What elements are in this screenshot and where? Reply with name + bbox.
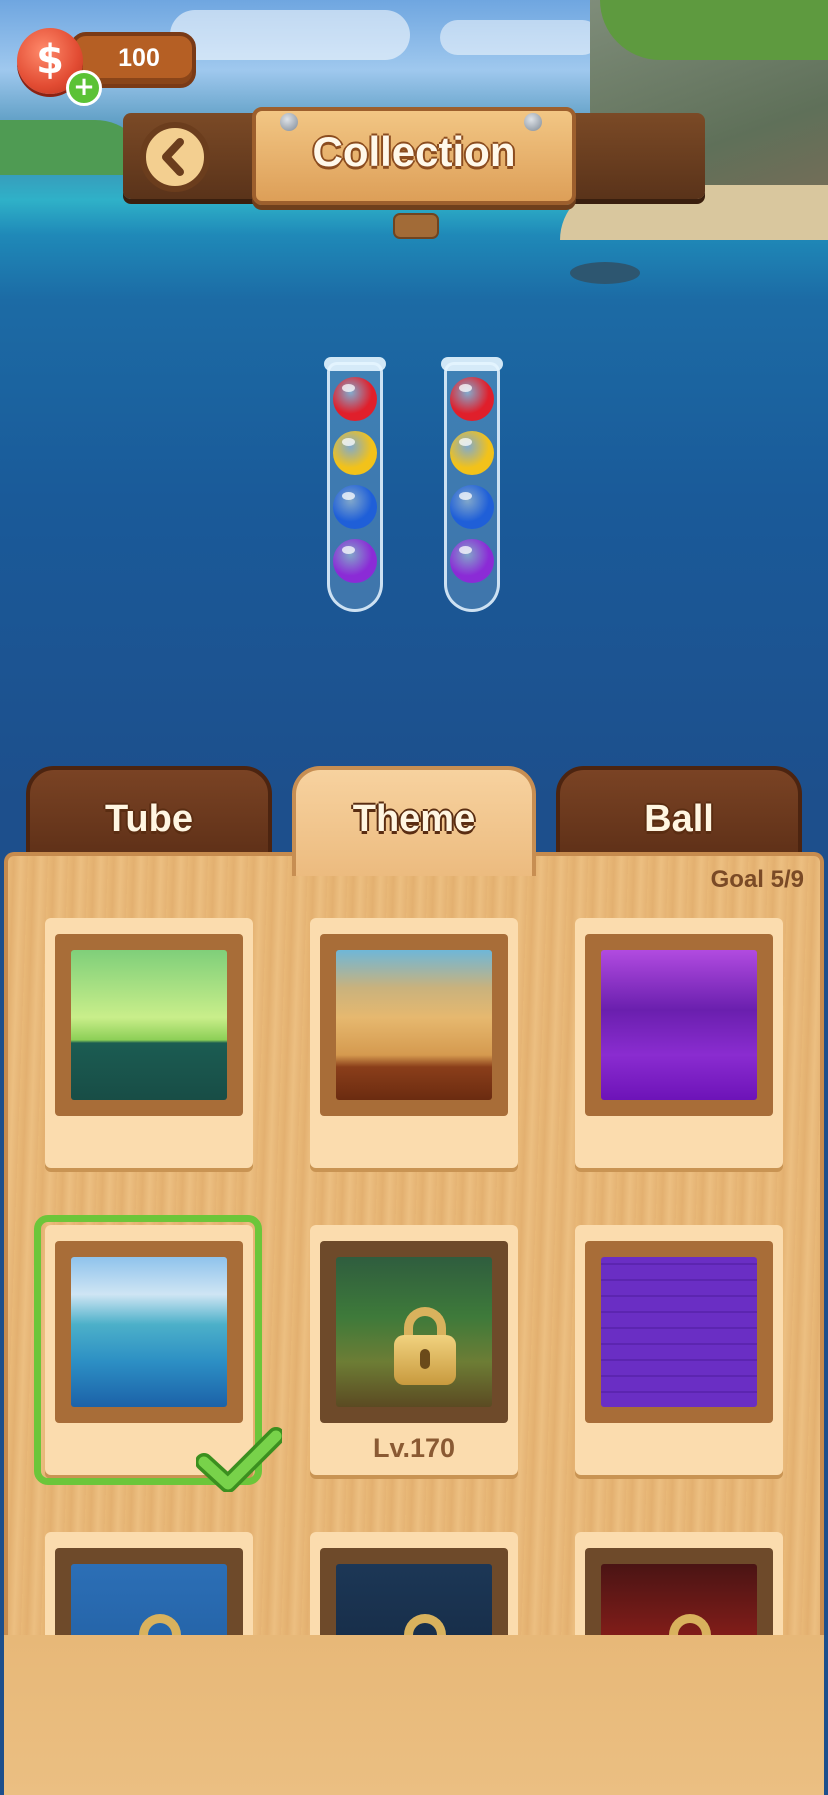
preview-tube bbox=[441, 357, 503, 612]
forest-thumbnail bbox=[71, 950, 227, 1100]
add-coins-button[interactable]: + bbox=[66, 70, 102, 106]
checkmark-icon bbox=[196, 1427, 282, 1492]
lock-icon bbox=[394, 1307, 456, 1385]
theme-card-jungle-path[interactable]: Lv.170 bbox=[310, 1225, 518, 1475]
panel-bottom bbox=[4, 1635, 824, 1795]
purple-bricks-thumbnail bbox=[601, 1257, 757, 1407]
theme-card-desert[interactable] bbox=[310, 918, 518, 1168]
theme-card-forest[interactable] bbox=[45, 918, 253, 1168]
purple-cave-thumbnail bbox=[601, 950, 757, 1100]
plus-icon: + bbox=[73, 72, 95, 102]
ball bbox=[333, 485, 377, 529]
unlock-level: Lv.170 bbox=[372, 1433, 456, 1463]
tab-label: Tube bbox=[105, 798, 193, 840]
tab-theme[interactable]: Theme bbox=[292, 766, 536, 876]
ball bbox=[450, 485, 494, 529]
ball bbox=[333, 431, 377, 475]
coin-value: 100 bbox=[118, 44, 160, 72]
goal-progress: Goal 5/9 bbox=[710, 866, 804, 893]
tab-tube[interactable]: Tube bbox=[26, 766, 272, 866]
barrel bbox=[393, 213, 439, 239]
ball bbox=[450, 539, 494, 583]
tab-label: Theme bbox=[352, 798, 476, 840]
ball bbox=[333, 539, 377, 583]
preview-tube bbox=[324, 357, 386, 612]
page-title: Collection bbox=[312, 128, 516, 175]
jungle-path-thumbnail bbox=[336, 1257, 492, 1407]
chevron-left-icon bbox=[162, 138, 184, 176]
tab-label: Ball bbox=[644, 798, 714, 840]
theme-card-purple-cave[interactable] bbox=[575, 918, 783, 1168]
back-button[interactable] bbox=[140, 122, 210, 192]
ball bbox=[333, 377, 377, 421]
tab-ball[interactable]: Ball bbox=[556, 766, 802, 866]
theme-card-purple-bricks[interactable] bbox=[575, 1225, 783, 1475]
desert-thumbnail bbox=[336, 950, 492, 1100]
ball bbox=[450, 377, 494, 421]
cloud bbox=[440, 20, 600, 55]
cloud bbox=[170, 10, 410, 60]
cliff-grass bbox=[600, 0, 828, 60]
rock bbox=[570, 262, 640, 284]
ball bbox=[450, 431, 494, 475]
